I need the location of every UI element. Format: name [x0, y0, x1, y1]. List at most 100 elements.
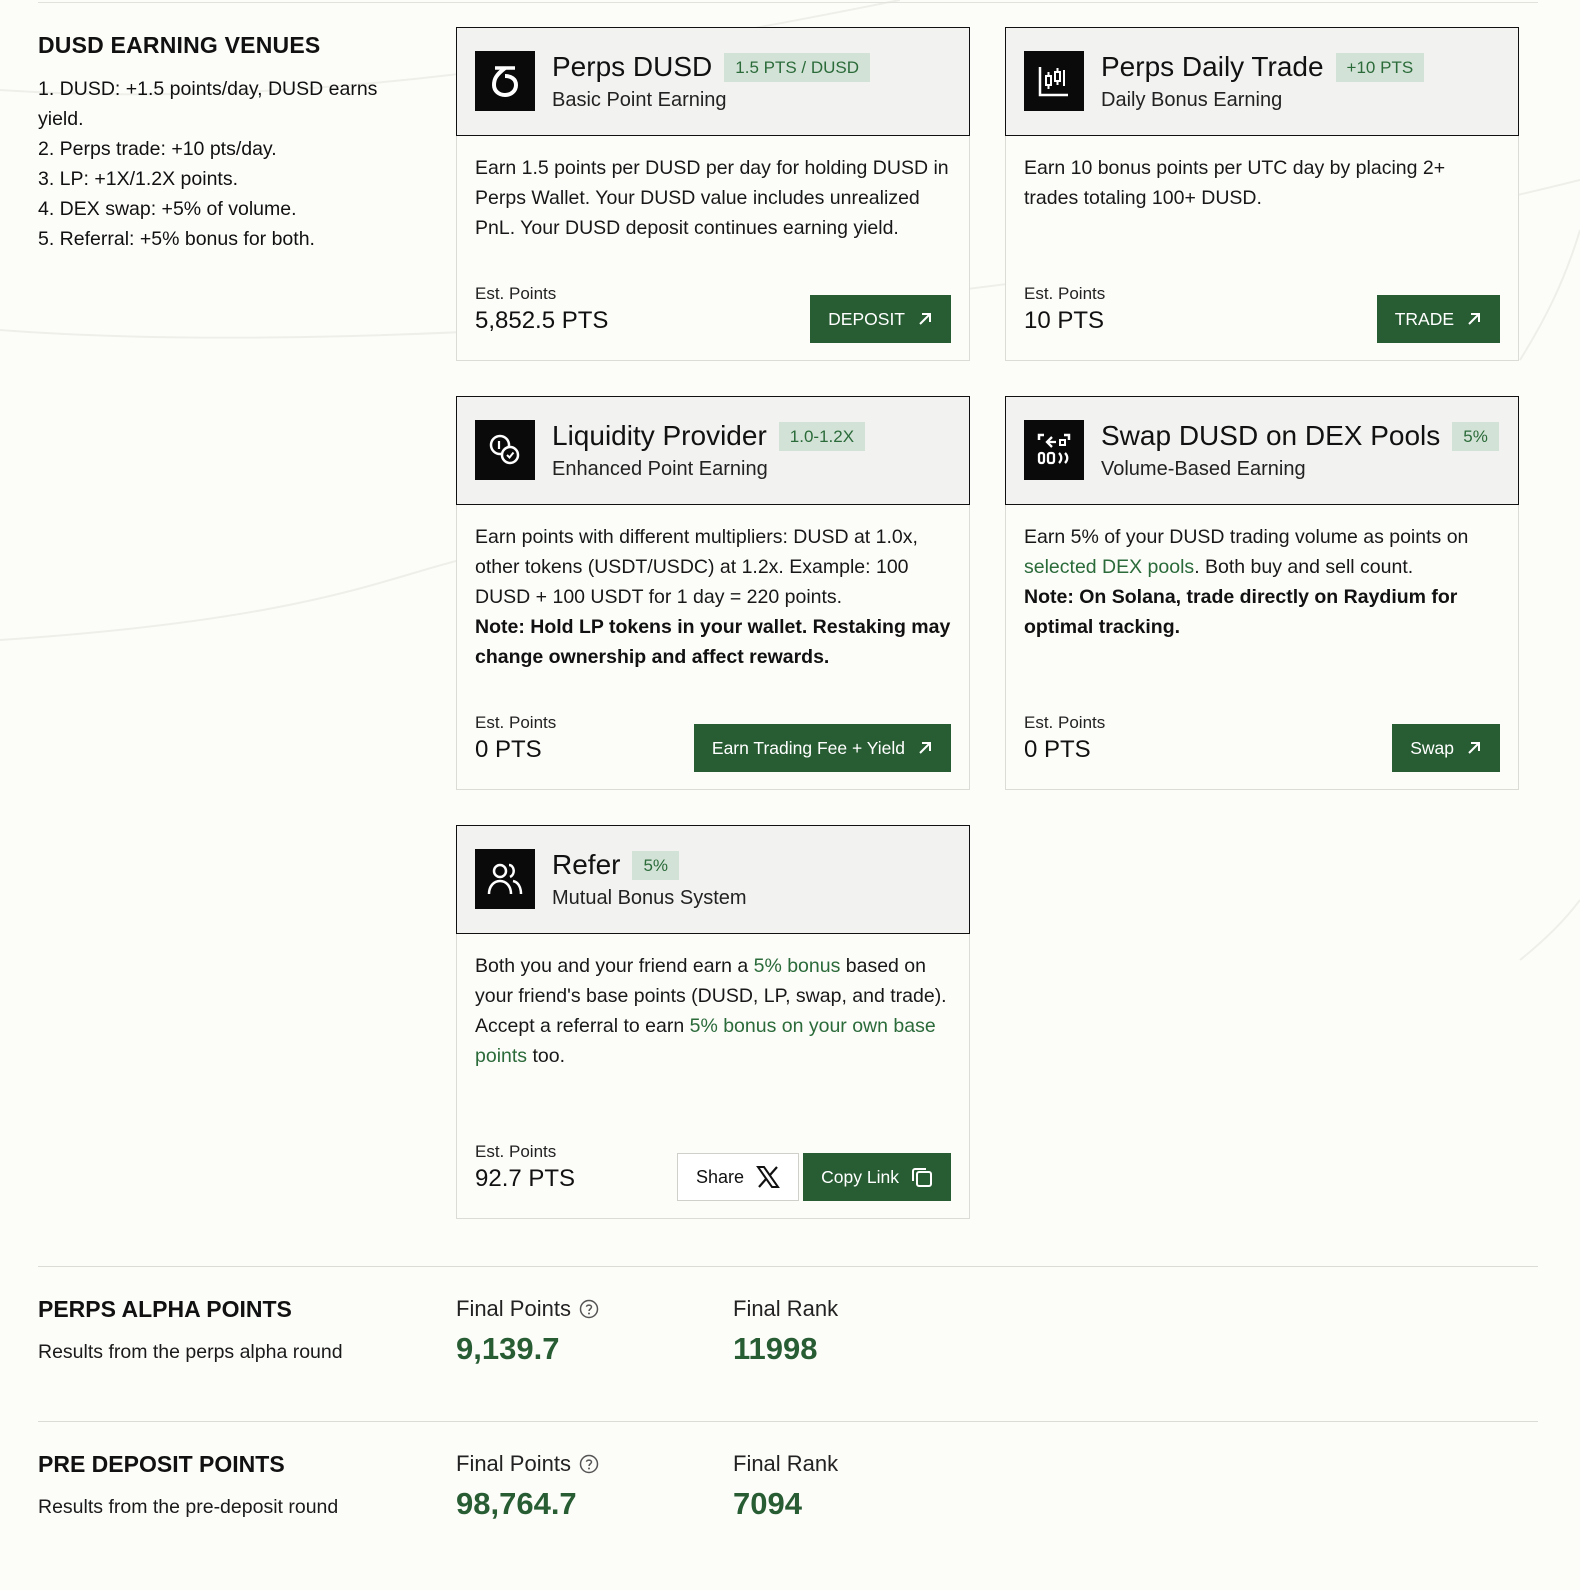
est-points: Est. Points 0 PTS	[475, 713, 556, 764]
card-text: Earn 10 bonus points per UTC day by plac…	[1024, 157, 1446, 209]
final-points-label: Final Points	[456, 1451, 599, 1477]
card-text-part: Both you and your friend earn a	[475, 955, 754, 977]
card-title: Perps DUSD	[552, 51, 713, 82]
final-points-label-text: Final Points	[456, 1451, 571, 1476]
final-rank-label: Final Rank	[733, 1296, 839, 1321]
card-header: Swap DUSD on DEX Pools 5% Volume-Based E…	[1005, 396, 1519, 505]
card-subtitle: Basic Point Earning	[552, 89, 727, 111]
perps-alpha-title: PERPS ALPHA POINTS	[38, 1296, 292, 1322]
button-label: Share	[696, 1166, 745, 1187]
arrow-up-right-icon	[1468, 313, 1480, 325]
deposit-button[interactable]: DEPOSIT	[810, 295, 951, 343]
est-points-label: Est. Points	[475, 284, 557, 303]
est-points-label: Est. Points	[475, 1142, 557, 1161]
arrow-up-right-icon	[1468, 742, 1480, 754]
card-description: Both you and your friend earn a 5% bonus…	[457, 934, 969, 1071]
est-points-value: 10 PTS	[1024, 307, 1105, 334]
est-points-value: 0 PTS	[475, 736, 542, 763]
card-header: Refer 5% Mutual Bonus System	[456, 825, 970, 934]
card-title: Liquidity Provider	[552, 420, 767, 451]
refer-card: Refer 5% Mutual Bonus System Both you an…	[456, 825, 970, 1219]
card-note: Note: Hold LP tokens in your wallet. Res…	[475, 616, 951, 668]
card-header: Perps DUSD 1.5 PTS / DUSD Basic Point Ea…	[456, 27, 970, 136]
x-logo-icon	[756, 1166, 780, 1188]
coins-icon	[475, 420, 535, 480]
card-text-part: Earn 5% of your DUSD trading volume as p…	[1024, 526, 1469, 548]
card-text: Earn 1.5 points per DUSD per day for hol…	[475, 157, 949, 239]
card-title: Refer	[552, 849, 621, 880]
button-label: DEPOSIT	[828, 308, 905, 329]
top-divider	[38, 2, 1538, 3]
card-header: Perps Daily Trade +10 PTS Daily Bonus Ea…	[1005, 27, 1519, 136]
venues-list-item: 2. Perps trade: +10 pts/day.	[38, 138, 277, 160]
button-label: Earn Trading Fee + Yield	[711, 737, 905, 758]
final-points-label: Final Points	[456, 1296, 599, 1322]
card-description: Earn 5% of your DUSD trading volume as p…	[1006, 505, 1518, 642]
section-divider	[38, 1266, 1538, 1267]
est-points: Est. Points 5,852.5 PTS	[475, 284, 608, 335]
section-divider	[38, 1421, 1538, 1422]
swap-scan-icon	[1024, 420, 1084, 480]
card-text: Both you and your friend earn a 5% bonus…	[475, 951, 951, 1011]
rate-badge: +10 PTS	[1335, 52, 1425, 82]
help-circle-icon[interactable]	[579, 1454, 599, 1474]
selected-dex-pools-link[interactable]: selected DEX pools	[1024, 556, 1194, 578]
card-title: Perps Daily Trade	[1101, 51, 1324, 82]
pre-deposit-description: Results from the pre-deposit round	[38, 1496, 339, 1518]
copy-link-button[interactable]: Copy Link	[803, 1153, 951, 1201]
est-points: Est. Points 10 PTS	[1024, 284, 1105, 335]
button-label: Copy Link	[821, 1166, 899, 1187]
dusd-logo-icon	[475, 51, 535, 111]
rate-badge: 5%	[1452, 421, 1499, 451]
venues-list-item: 4. DEX swap: +5% of volume.	[38, 198, 297, 220]
est-points-value: 92.7 PTS	[475, 1165, 576, 1192]
card-text: Earn 5% of your DUSD trading volume as p…	[1024, 522, 1500, 582]
copy-icon	[912, 1168, 932, 1187]
venues-list-item: 1. DUSD: +1.5 points/day, DUSD earns yie…	[38, 78, 378, 130]
card-text-part: too.	[527, 1045, 565, 1067]
card-subtitle: Volume-Based Earning	[1101, 458, 1306, 480]
final-rank-value: 11998	[733, 1331, 818, 1366]
rate-badge: 5%	[632, 850, 680, 880]
card-subtitle: Mutual Bonus System	[552, 887, 747, 909]
arrow-up-right-icon	[919, 313, 931, 325]
card-note: Note: On Solana, trade directly on Raydi…	[1024, 586, 1458, 638]
est-points: Est. Points 92.7 PTS	[475, 1142, 575, 1193]
share-x-button[interactable]: Share	[677, 1153, 800, 1201]
card-text: Accept a referral to earn 5% bonus on yo…	[475, 1011, 951, 1071]
card-description: Earn points with different multipliers: …	[457, 505, 969, 672]
perps-daily-trade-card: Perps Daily Trade +10 PTS Daily Bonus Ea…	[1005, 27, 1519, 361]
rate-badge: 1.5 PTS / DUSD	[724, 52, 871, 82]
est-points-value: 0 PTS	[1024, 736, 1091, 763]
rate-badge: 1.0-1.2X	[778, 421, 866, 451]
est-points-label: Est. Points	[475, 713, 557, 732]
venues-title: DUSD EARNING VENUES	[38, 32, 321, 58]
perps-dusd-card: Perps DUSD 1.5 PTS / DUSD Basic Point Ea…	[456, 27, 970, 361]
card-title: Swap DUSD on DEX Pools	[1101, 420, 1441, 451]
pre-deposit-title: PRE DEPOSIT POINTS	[38, 1451, 285, 1477]
est-points: Est. Points 0 PTS	[1024, 713, 1105, 764]
final-points-value: 9,139.7	[456, 1331, 560, 1366]
trade-button[interactable]: TRADE	[1376, 295, 1500, 343]
swap-button[interactable]: Swap	[1392, 724, 1500, 772]
final-rank-label: Final Rank	[733, 1451, 839, 1476]
swap-dex-card: Swap DUSD on DEX Pools 5% Volume-Based E…	[1005, 396, 1519, 790]
button-label: Swap	[1410, 737, 1454, 758]
venues-list-item: 5. Referral: +5% bonus for both.	[38, 228, 315, 250]
est-points-label: Est. Points	[1024, 284, 1106, 303]
card-header: Liquidity Provider 1.0-1.2X Enhanced Poi…	[456, 396, 970, 505]
button-label: TRADE	[1394, 308, 1454, 329]
card-text-part: . Both buy and sell count.	[1194, 556, 1414, 578]
card-description: Earn 10 bonus points per UTC day by plac…	[1006, 136, 1518, 213]
arrow-up-right-icon	[919, 742, 931, 754]
card-text-part: Accept a referral to earn	[475, 1015, 690, 1037]
candlestick-chart-icon	[1024, 51, 1084, 111]
card-description: Earn 1.5 points per DUSD per day for hol…	[457, 136, 969, 243]
bonus-highlight: 5% bonus	[753, 955, 841, 977]
help-circle-icon[interactable]	[579, 1299, 599, 1319]
users-icon	[475, 849, 535, 909]
card-subtitle: Daily Bonus Earning	[1101, 89, 1283, 111]
est-points-value: 5,852.5 PTS	[475, 307, 609, 334]
earn-trading-fee-button[interactable]: Earn Trading Fee + Yield	[693, 724, 951, 772]
liquidity-provider-card: Liquidity Provider 1.0-1.2X Enhanced Poi…	[456, 396, 970, 790]
